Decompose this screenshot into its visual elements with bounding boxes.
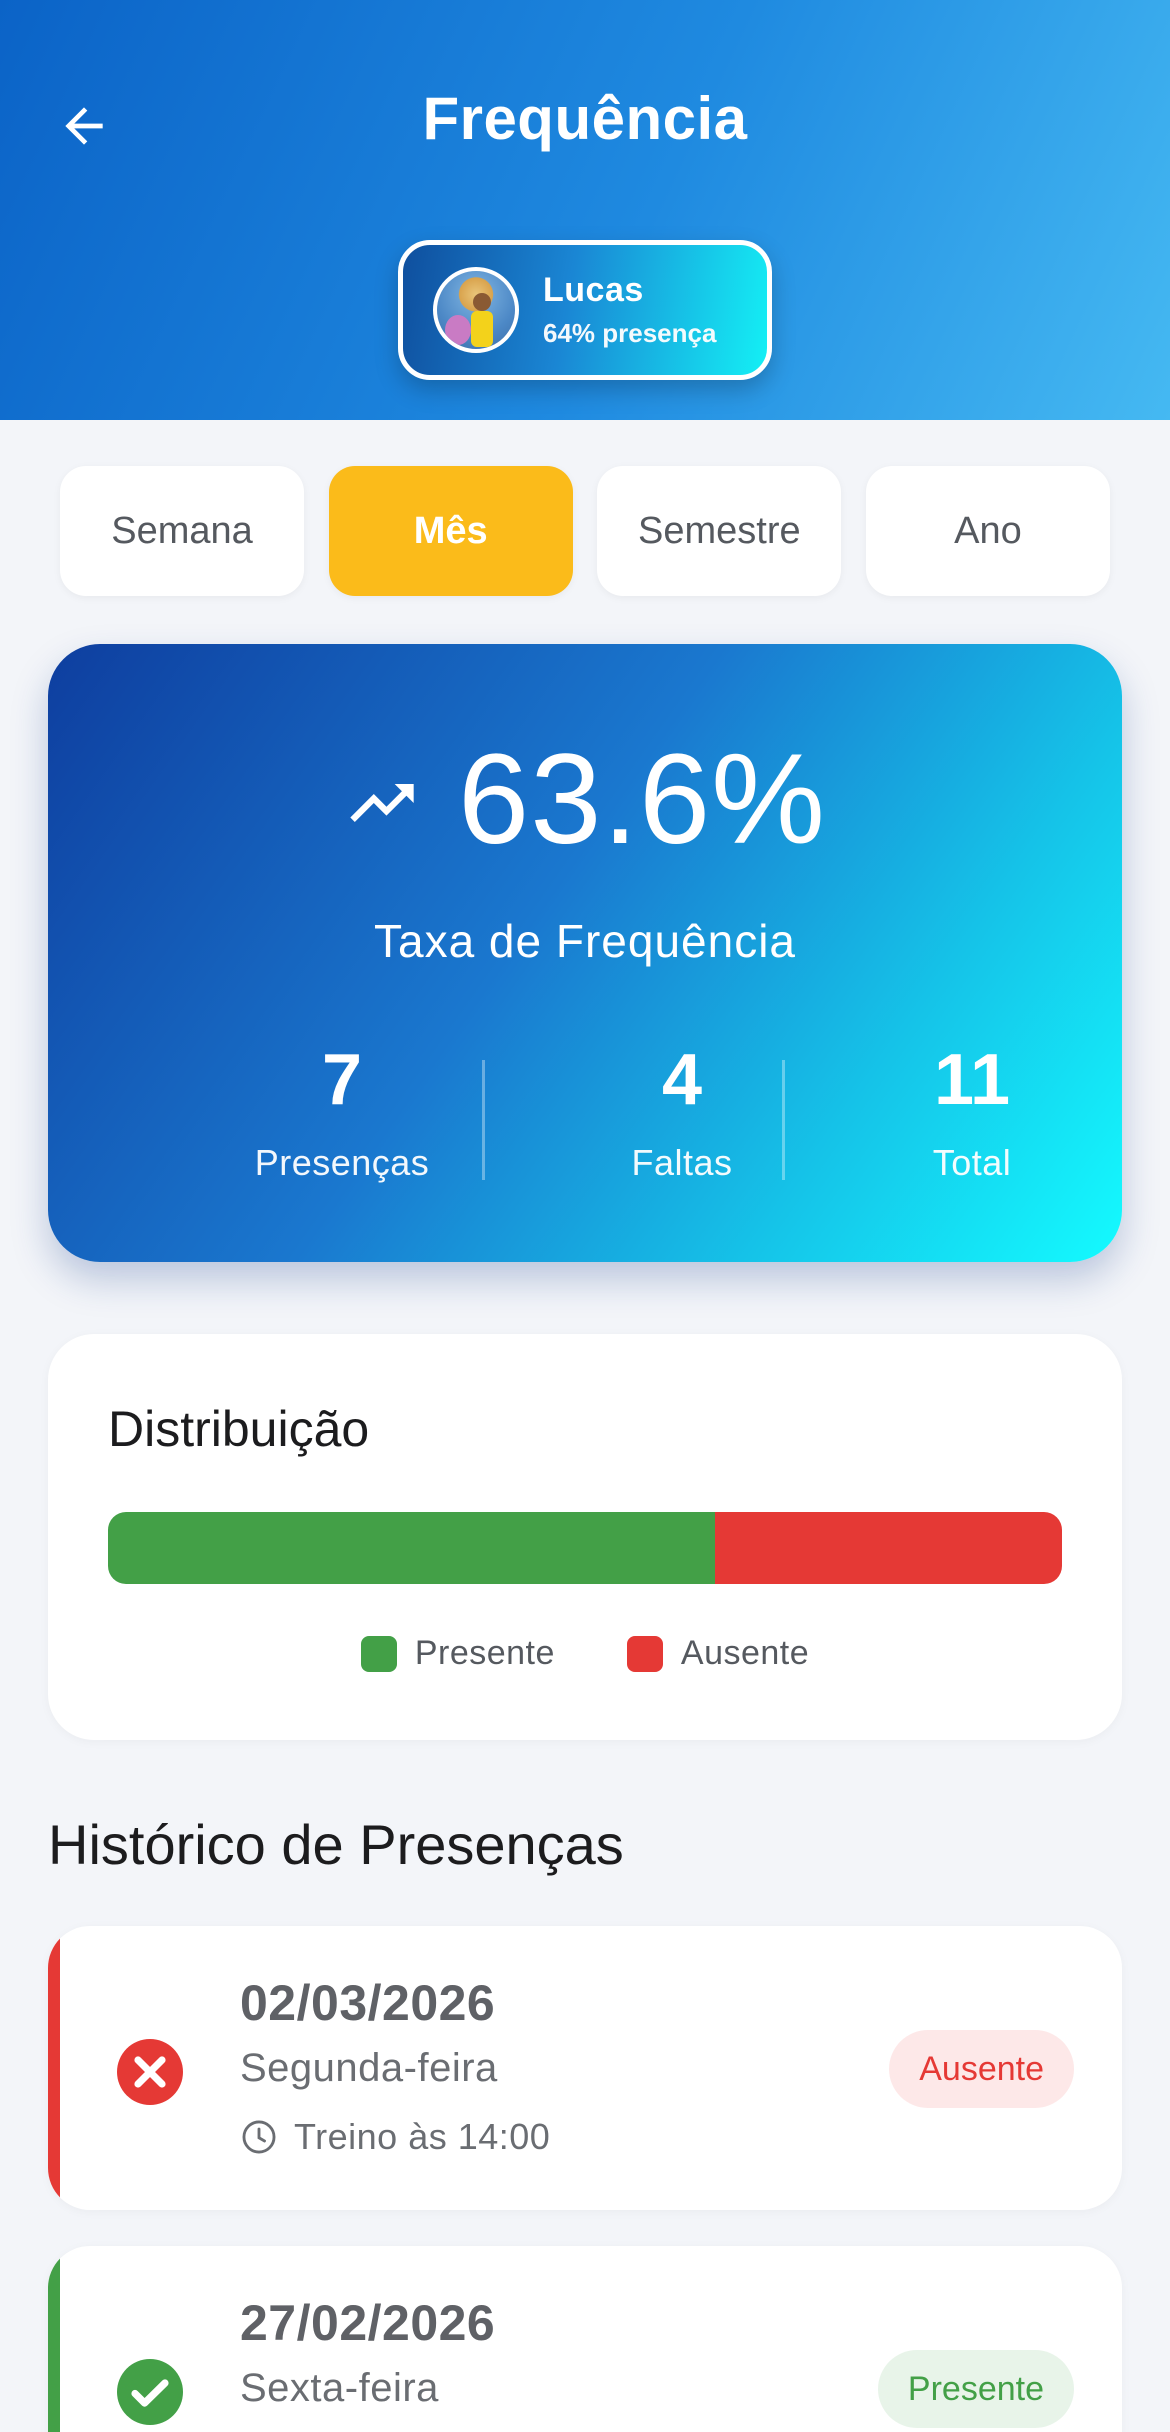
stat-value: 7 bbox=[321, 1040, 363, 1120]
legend-swatch bbox=[626, 1635, 663, 1672]
tab-ano[interactable]: Ano bbox=[865, 466, 1110, 596]
present-segment bbox=[108, 1512, 715, 1584]
avatar bbox=[433, 267, 519, 353]
distribution-card: Distribuição Presente Ausente bbox=[48, 1334, 1122, 1740]
record-time-text: Treino às 14:00 bbox=[294, 2116, 551, 2157]
status-stripe bbox=[48, 1926, 60, 2210]
tab-semestre[interactable]: Semestre bbox=[597, 466, 842, 596]
period-tabs: Semana Mês Semestre Ano bbox=[60, 466, 1110, 596]
stat-label: Total bbox=[932, 1142, 1012, 1183]
record-time: Treino às 14:00 bbox=[240, 2116, 550, 2158]
history-record[interactable]: 27/02/2026 Sexta-feira Presente bbox=[48, 2246, 1122, 2432]
stat-value: 4 bbox=[661, 1040, 703, 1120]
distribution-title: Distribuição bbox=[108, 1401, 370, 1457]
attendance-rate-label: Taxa de Frequência bbox=[373, 915, 797, 967]
stat-value: 11 bbox=[933, 1040, 1011, 1120]
student-selector[interactable]: Lucas 64% presença bbox=[398, 240, 772, 380]
stat-faltas: 4 Faltas bbox=[534, 1044, 830, 1184]
record-date: 27/02/2026 bbox=[240, 2295, 496, 2351]
attendance-rate-card: 63.6% Taxa de Frequência 7 Presenças 4 F… bbox=[48, 644, 1122, 1262]
legend-present: Presente bbox=[360, 1634, 555, 1673]
legend-swatch bbox=[360, 1635, 397, 1672]
page-title: Frequência bbox=[422, 85, 748, 152]
record-weekday: Segunda-feira bbox=[240, 2046, 498, 2090]
stat-label: Presenças bbox=[254, 1142, 430, 1183]
divider bbox=[782, 1060, 785, 1180]
legend-absent: Ausente bbox=[626, 1634, 810, 1673]
student-attendance: 64% presença bbox=[543, 318, 717, 348]
status-badge: Presente bbox=[877, 2350, 1074, 2428]
clock-icon bbox=[242, 2120, 276, 2154]
distribution-legend: Presente Ausente bbox=[48, 1634, 1122, 1673]
tab-mes[interactable]: Mês bbox=[328, 466, 573, 596]
tab-semana[interactable]: Semana bbox=[60, 466, 304, 596]
student-name: Lucas bbox=[543, 271, 644, 309]
attendance-rate-value: 63.6% bbox=[458, 728, 826, 871]
distribution-bar bbox=[108, 1512, 1062, 1584]
stat-label: Faltas bbox=[631, 1142, 733, 1183]
stat-total: 11 Total bbox=[824, 1044, 1120, 1184]
status-badge: Ausente bbox=[889, 2030, 1074, 2108]
divider bbox=[482, 1060, 485, 1180]
x-circle-icon bbox=[117, 2039, 183, 2105]
trending-up-icon bbox=[350, 784, 414, 822]
record-date: 02/03/2026 bbox=[240, 1975, 496, 2031]
legend-label: Ausente bbox=[680, 1634, 810, 1672]
record-weekday: Sexta-feira bbox=[240, 2366, 439, 2410]
history-title: Histórico de Presenças bbox=[48, 1813, 624, 1876]
history-record[interactable]: 02/03/2026 Segunda-feira Treino às 14:00… bbox=[48, 1926, 1122, 2210]
check-circle-icon bbox=[117, 2359, 183, 2425]
stat-presencas: 7 Presenças bbox=[194, 1044, 490, 1184]
app-header: Frequência Lucas 64% presença bbox=[0, 0, 1170, 420]
legend-label: Presente bbox=[414, 1634, 555, 1672]
absent-segment bbox=[714, 1512, 1062, 1584]
status-stripe bbox=[48, 2246, 60, 2432]
